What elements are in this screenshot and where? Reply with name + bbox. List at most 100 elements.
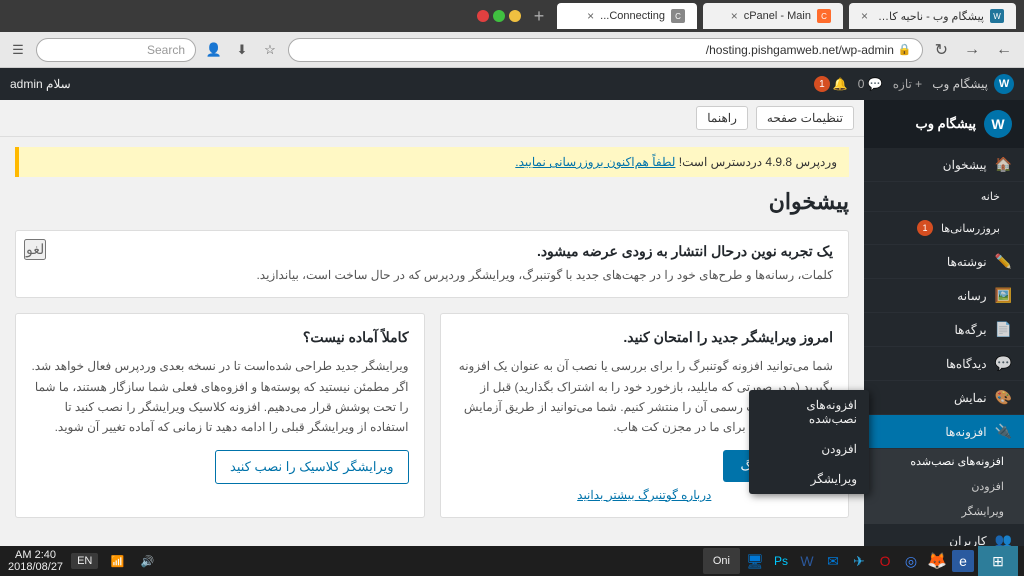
wp-logo-link[interactable]: W پیشگام وب	[932, 74, 1014, 94]
update-notice-link[interactable]: لطفاً هم‌اکنون بروزرسانی نمایید.	[515, 155, 675, 169]
tab-label-1: پیشگام وب - ناحیه کاربری	[874, 10, 984, 23]
sidebar-item-plugins[interactable]: 🔌 افزونه‌ها	[864, 415, 1024, 449]
taskbar-right: 🔊 📶 EN 2:40 AM 2018/08/27	[0, 549, 166, 573]
sidebar-label-home: خانه	[981, 190, 1000, 203]
close-window-button[interactable]	[477, 10, 489, 22]
media-icon: 🖼️	[995, 287, 1012, 304]
clock-time: 2:40 AM	[8, 549, 63, 561]
dropdown-editor[interactable]: ویرایشگر	[749, 464, 869, 494]
search-placeholder: Search	[147, 43, 185, 57]
sidebar-item-media[interactable]: 🖼️ رسانه	[864, 279, 1024, 313]
wp-logo: W	[994, 74, 1014, 94]
sidebar-item-appearance[interactable]: 🎨 نمایش	[864, 381, 1024, 415]
sidebar-label-plugins: افزونه‌ها	[945, 425, 986, 439]
settings-screen-btn[interactable]: تنظیمات صفحه	[756, 106, 854, 130]
url-text: hosting.pishgamweb.net/wp-admin/	[706, 43, 894, 57]
taskbar-firefox-icon[interactable]: 🦊	[926, 550, 948, 572]
posts-icon: ✏️	[995, 253, 1012, 270]
dropdown-installed[interactable]: افزونه‌های نصب‌شده	[749, 390, 869, 434]
taskbar: ⊞ e 🦊 ◎ O ✈ ✉ W Ps 🖥 Oni 🔊 📶 EN 2:40 AM …	[0, 546, 1024, 576]
dashboard-icon: 🏠	[995, 156, 1012, 173]
wp-body: W پیشگام وب 🏠 پیشخوان خانه بروزرسانی‌ها …	[0, 100, 1024, 576]
plugins-icon: 🔌	[995, 423, 1012, 440]
forward-button[interactable]: →	[960, 39, 984, 61]
download-icon[interactable]: ⬇	[232, 40, 252, 60]
sidebar-label-comments: دیدگاه‌ها	[946, 357, 987, 371]
sidebar-submenu-plugins: افزونه‌های نصب‌شده افزودن ویرایشگر	[864, 449, 1024, 524]
taskbar-left: ⊞ e 🦊 ◎ O ✈ ✉ W Ps 🖥 Oni	[697, 546, 1024, 576]
sidebar-label-appearance: نمایش	[954, 391, 987, 405]
taskbar-photoshop-icon[interactable]: Ps	[770, 550, 792, 572]
taskbar-chrome-icon[interactable]: ◎	[900, 550, 922, 572]
notice-text: کلمات، رسانه‌ها و طرح‌های خود را در جهت‌…	[31, 266, 833, 285]
wp-main-layout: W پیشگام وب + تازه 💬 0 🔔 1 سلام admin W …	[0, 68, 1024, 576]
browser-chrome: W پیشگام وب - ناحیه کاربری × C cPanel - …	[0, 0, 1024, 32]
tab-close-1[interactable]: ×	[861, 9, 868, 23]
start-button[interactable]: ⊞	[978, 546, 1018, 576]
tab-close-3[interactable]: ×	[587, 9, 594, 23]
dropdown-add[interactable]: افزودن	[749, 434, 869, 464]
tab-connecting[interactable]: C Connecting... ×	[557, 3, 697, 29]
taskbar-word-icon[interactable]: W	[796, 550, 818, 572]
sidebar-item-pages[interactable]: 📄 برگه‌ها	[864, 313, 1024, 347]
back-button[interactable]: ←	[992, 39, 1016, 61]
taskbar-sound-icon[interactable]: 🔊	[136, 550, 158, 572]
tab-close-2[interactable]: ×	[731, 9, 738, 23]
time-display: 2:40 AM 2018/08/27	[8, 549, 63, 573]
pages-icon: 📄	[995, 321, 1012, 338]
new-post-btn[interactable]: + تازه	[893, 77, 922, 91]
url-bar[interactable]: 🔒 hosting.pishgamweb.net/wp-admin/	[288, 38, 923, 62]
tab-icon-wp: W	[990, 9, 1004, 23]
maximize-button[interactable]	[493, 10, 505, 22]
tab-label-3: Connecting...	[600, 10, 665, 22]
subbar: تنظیمات صفحه راهنما	[0, 100, 864, 137]
taskbar-email-icon[interactable]: ✉	[822, 550, 844, 572]
taskbar-browser-icon[interactable]: e	[952, 550, 974, 572]
sidebar-item-updates[interactable]: بروزرسانی‌ها 1	[864, 212, 1024, 245]
notifications: 🔔 1	[814, 76, 848, 92]
tab-icon-cpanel: C	[817, 9, 831, 23]
two-columns: امروز ویرایشگر جدید را امتحان کنید. شما …	[15, 313, 849, 518]
clock-date: 2018/08/27	[8, 561, 63, 573]
sidebar-submenu-addnew[interactable]: افزودن	[864, 474, 1024, 499]
start-icon: ⊞	[992, 553, 1004, 570]
sidebar: W پیشگام وب 🏠 پیشخوان خانه بروزرسانی‌ها …	[864, 100, 1024, 576]
appearance-icon: 🎨	[995, 389, 1012, 406]
tab-pishgam[interactable]: W پیشگام وب - ناحیه کاربری ×	[849, 3, 1016, 29]
taskbar-rdp-icon[interactable]: 🖥	[744, 550, 766, 572]
reload-button[interactable]: ↻	[931, 38, 952, 62]
comments-icon: 💬	[995, 355, 1012, 372]
col-not-ready: کاملاً آماده نیست؟ ویرایشگر جدید طراحی ش…	[15, 313, 425, 518]
taskbar-telegram-icon[interactable]: ✈	[848, 550, 870, 572]
bookmark-icon[interactable]: ☆	[260, 40, 280, 60]
sidebar-item-home[interactable]: خانه	[864, 182, 1024, 212]
oni-label: Oni	[713, 555, 730, 567]
help-btn[interactable]: راهنما	[696, 106, 748, 130]
taskbar-oni-item[interactable]: Oni	[703, 548, 740, 574]
sidebar-item-comments[interactable]: 💬 دیدگاه‌ها	[864, 347, 1024, 381]
content-area: تنظیمات صفحه راهنما وردپرس 4.9.8 دردسترس…	[0, 100, 864, 576]
search-bar[interactable]: Search	[36, 38, 196, 62]
secure-icon: 🔒	[898, 43, 912, 56]
col-right-text: ویرایشگر جدید طراحی شده‌است تا در نسخه ب…	[31, 356, 409, 438]
minimize-button[interactable]	[509, 10, 521, 22]
sidebar-item-posts[interactable]: ✏️ نوشته‌ها	[864, 245, 1024, 279]
notif-icon: 🔔	[833, 77, 848, 91]
sidebar-item-dashboard[interactable]: 🏠 پیشخوان	[864, 148, 1024, 182]
sidebar-header: W پیشگام وب	[864, 100, 1024, 148]
taskbar-opera-icon[interactable]: O	[874, 550, 896, 572]
notice-dismiss-btn[interactable]: لغو	[24, 239, 46, 260]
tab-label-2: cPanel - Main	[744, 10, 811, 22]
tab-cpanel[interactable]: C cPanel - Main ×	[703, 3, 843, 29]
comments-count: 💬 0	[858, 77, 883, 91]
new-tab-button[interactable]: +	[527, 4, 551, 28]
sidebar-site-name: پیشگام وب	[916, 116, 976, 132]
install-classic-btn[interactable]: ویرایشگر کلاسیک را نصب کنید	[215, 450, 409, 484]
menu-icon[interactable]: ☰	[8, 40, 28, 60]
sidebar-submenu-editor[interactable]: ویرایشگر	[864, 499, 1024, 524]
lang-badge[interactable]: EN	[71, 553, 98, 569]
col-left-title: امروز ویرایشگر جدید را امتحان کنید.	[456, 329, 834, 346]
sidebar-submenu-installed[interactable]: افزونه‌های نصب‌شده	[864, 449, 1024, 474]
account-icon[interactable]: 👤	[204, 40, 224, 60]
taskbar-network-icon[interactable]: 📶	[106, 550, 128, 572]
